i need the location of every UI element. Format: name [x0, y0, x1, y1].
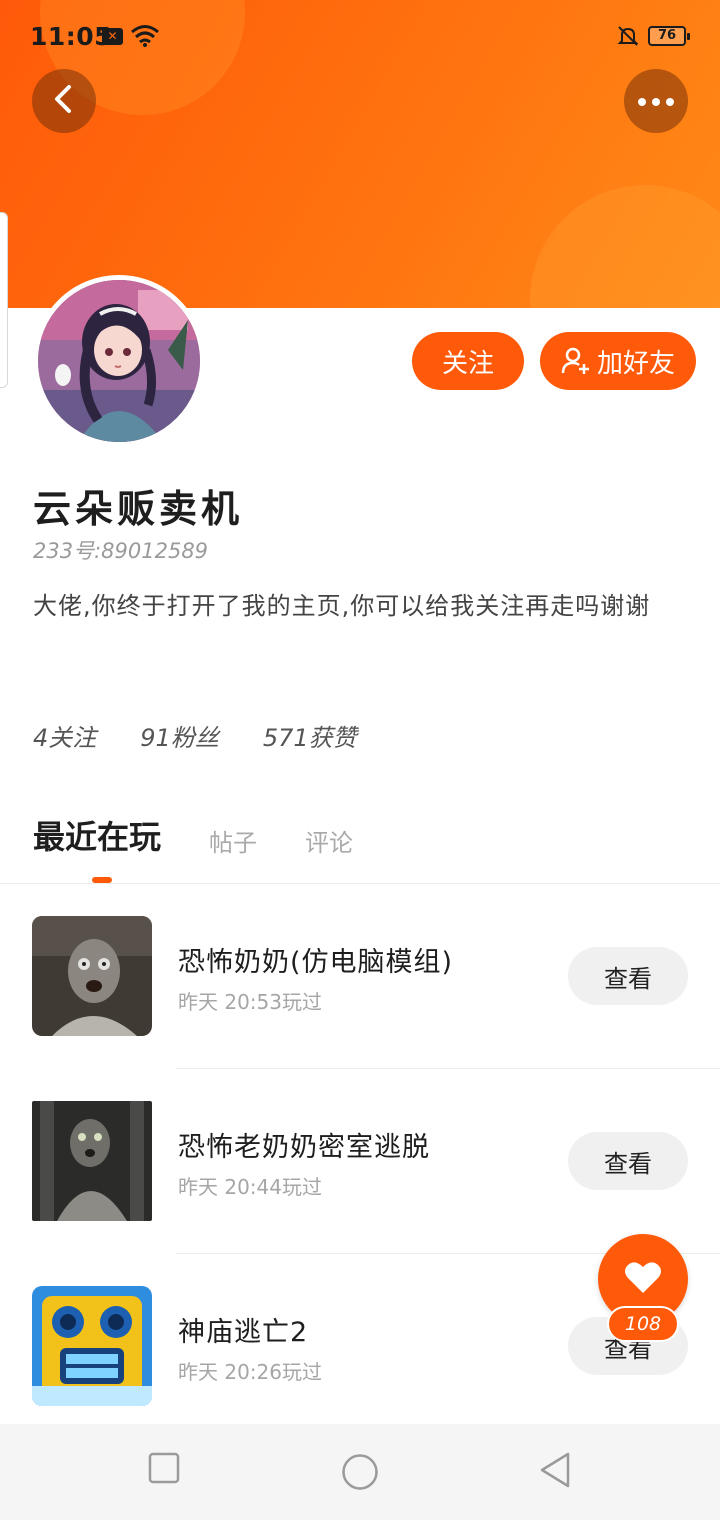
- more-icon: [636, 92, 676, 111]
- tab-posts[interactable]: 帖子: [209, 823, 257, 858]
- back-button[interactable]: [32, 69, 96, 133]
- user-id[interactable]: 233号:89012589: [33, 535, 208, 565]
- game-played-time: 昨天 20:44玩过: [178, 1175, 322, 1199]
- likes-count: 571获赞: [262, 724, 357, 752]
- list-divider: [176, 1068, 720, 1069]
- game-played-time: 昨天 20:26玩过: [178, 1360, 322, 1384]
- status-bar: 11:05 ✕ 76: [0, 0, 720, 74]
- nav-square-icon[interactable]: [148, 1452, 180, 1488]
- game-thumbnail: [32, 916, 152, 1036]
- list-item[interactable]: 恐怖奶奶(仿电脑模组) 昨天 20:53玩过 查看: [0, 916, 720, 1101]
- view-label: 查看: [604, 964, 652, 993]
- view-button[interactable]: 查看: [568, 1132, 688, 1190]
- game-played-time: 昨天 20:53玩过: [178, 990, 322, 1014]
- nav-triangle-icon[interactable]: [538, 1452, 572, 1492]
- wifi-icon: [130, 24, 160, 52]
- battery-indicator: 76: [648, 26, 690, 46]
- fans-count[interactable]: 91粉丝: [140, 718, 219, 753]
- game-thumbnail: [32, 1101, 152, 1221]
- heart-icon: [623, 1259, 663, 1299]
- nav-circle-icon[interactable]: [341, 1453, 379, 1495]
- game-name: 恐怖老奶奶密室逃脱: [178, 1132, 430, 1163]
- game-thumbnail: [32, 1286, 152, 1406]
- username: 云朵贩卖机: [33, 487, 244, 531]
- user-bio: 大佬,你终于打开了我的主页,你可以给我关注再走吗谢谢: [33, 592, 651, 620]
- tab-comments[interactable]: 评论: [305, 823, 353, 858]
- profile-tabs: 最近在玩 帖子 评论: [33, 812, 401, 858]
- game-name: 神庙逃亡2: [178, 1317, 309, 1348]
- avatar[interactable]: [33, 275, 205, 447]
- view-label: 查看: [604, 1149, 652, 1178]
- side-drawer-handle[interactable]: [0, 212, 8, 388]
- following-count[interactable]: 4关注: [33, 718, 96, 753]
- like-count-badge: 108: [607, 1306, 679, 1342]
- add-friend-button[interactable]: 加好友: [540, 332, 696, 390]
- tabs-divider: [0, 883, 720, 884]
- more-options-button[interactable]: [624, 69, 688, 133]
- add-user-icon: [561, 346, 591, 376]
- system-navigation-bar: [0, 1424, 720, 1520]
- profile-stats: 4关注 91粉丝 571获赞: [33, 718, 357, 753]
- banner-decoration: [530, 185, 720, 308]
- view-button[interactable]: 查看: [568, 947, 688, 1005]
- follow-button[interactable]: 关注: [412, 332, 524, 390]
- status-time: 11:05: [30, 22, 113, 51]
- follow-label: 关注: [441, 348, 494, 379]
- sim-off-icon: ✕: [102, 28, 123, 45]
- add-friend-label: 加好友: [596, 348, 675, 379]
- back-arrow-icon: [51, 84, 77, 118]
- game-name: 恐怖奶奶(仿电脑模组): [178, 947, 454, 978]
- bell-muted-icon: [616, 24, 640, 52]
- tab-recent-games[interactable]: 最近在玩: [33, 812, 161, 858]
